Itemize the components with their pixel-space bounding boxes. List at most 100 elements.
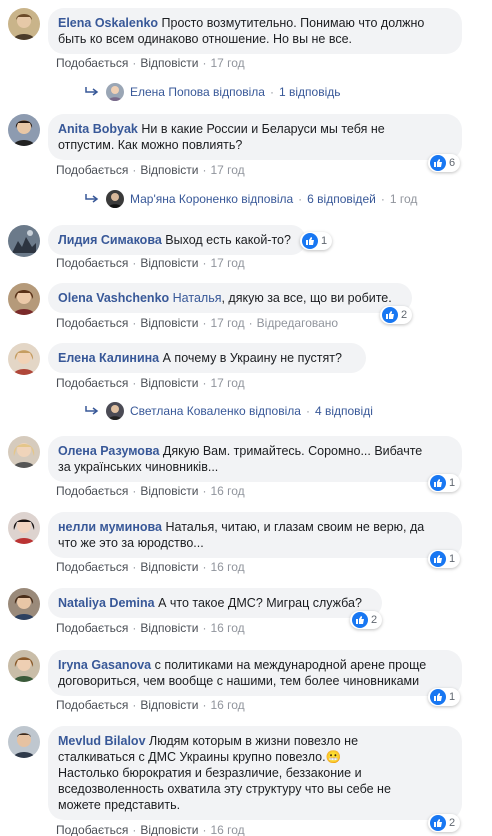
comment-text: Выход есть какой-то?: [165, 233, 291, 247]
like-button[interactable]: Подобається: [56, 163, 128, 177]
like-button[interactable]: Подобається: [56, 698, 128, 712]
reply-author-text[interactable]: Светлана Коваленко відповіла: [130, 404, 301, 418]
comment-author[interactable]: Елена Калинина: [58, 351, 159, 365]
like-button[interactable]: Подобається: [56, 316, 128, 330]
like-button[interactable]: Подобається: [56, 56, 128, 70]
like-icon: [430, 155, 446, 171]
like-button[interactable]: Подобається: [56, 256, 128, 270]
comment-time[interactable]: 17 год: [210, 376, 244, 390]
comment-author[interactable]: Elena Oskalenko: [58, 16, 158, 30]
reaction-count[interactable]: 6: [428, 154, 461, 172]
reply-button[interactable]: Відповісти: [140, 484, 198, 498]
user-avatar[interactable]: [8, 114, 40, 146]
comment-author[interactable]: Nataliya Demina: [58, 596, 155, 610]
comment-time[interactable]: 17 год: [210, 256, 244, 270]
reply-button[interactable]: Відповісти: [140, 56, 198, 70]
like-icon: [430, 551, 446, 567]
like-button[interactable]: Подобається: [56, 621, 128, 635]
reply-author-text[interactable]: Елена Попова відповіла: [130, 85, 265, 99]
comment-text: быть ко всем одинаково отношение. Но вы …: [58, 32, 353, 46]
reaction-count[interactable]: 1: [300, 232, 333, 250]
avatar: [106, 190, 124, 208]
comment-author[interactable]: нелли муминова: [58, 520, 162, 534]
comment-text: с политиками на международной арене прощ…: [154, 658, 427, 672]
view-replies[interactable]: Елена Попова відповіла · 1 відповідь: [84, 83, 341, 101]
comment-text: , дякую за все, що ви робите.: [221, 291, 392, 305]
like-icon: [430, 815, 446, 831]
comment-text: сталкиваться с ДМС Украины крупно повезл…: [58, 750, 342, 764]
reply-button[interactable]: Відповісти: [140, 256, 198, 270]
user-avatar[interactable]: [8, 650, 40, 682]
comment-time[interactable]: 16 год: [210, 484, 244, 498]
comment-text: А почему в Украину не пустят?: [162, 351, 342, 365]
comment-time[interactable]: 16 год: [210, 621, 244, 635]
reaction-count[interactable]: 1: [428, 550, 461, 568]
avatar: [106, 83, 124, 101]
comment-time[interactable]: 16 год: [210, 823, 244, 836]
comment-author[interactable]: Лидия Симакова: [58, 233, 162, 247]
reply-arrow-icon: [85, 406, 99, 415]
reply-arrow-icon: [85, 87, 99, 96]
reply-button[interactable]: Відповісти: [140, 163, 198, 177]
comment-time[interactable]: 17 год: [210, 163, 244, 177]
comment-author[interactable]: Anita Bobyak: [58, 122, 138, 136]
comment-author[interactable]: Olena Vashchenko: [58, 291, 169, 305]
view-replies[interactable]: Мар'яна Короненко відповіла · 6 відповідей…: [84, 190, 417, 208]
reaction-count[interactable]: 1: [428, 474, 461, 492]
user-avatar[interactable]: [8, 225, 40, 257]
comment-author[interactable]: Олена Разумова: [58, 444, 159, 458]
reply-button[interactable]: Відповісти: [140, 560, 198, 574]
comment-time[interactable]: 16 год: [210, 698, 244, 712]
comment-text: что же это за юродство...: [58, 536, 204, 550]
reply-button[interactable]: Відповісти: [140, 823, 198, 836]
like-icon: [430, 475, 446, 491]
user-avatar[interactable]: [8, 588, 40, 620]
reply-time[interactable]: 1 год: [390, 192, 418, 206]
user-avatar[interactable]: [8, 283, 40, 315]
comment-text: вседозволенность охватила эту структуру …: [58, 782, 391, 796]
reaction-count[interactable]: 2: [350, 611, 383, 629]
avatar: [106, 402, 124, 420]
like-icon: [430, 689, 446, 705]
reply-button[interactable]: Відповісти: [140, 316, 198, 330]
like-button[interactable]: Подобається: [56, 484, 128, 498]
reply-count[interactable]: 1 відповідь: [279, 85, 341, 99]
user-avatar[interactable]: [8, 8, 40, 40]
like-button[interactable]: Подобається: [56, 376, 128, 390]
user-avatar[interactable]: [8, 436, 40, 468]
comment-text: Дякую Вам. тримайтесь. Соромно... Вибачт…: [162, 444, 423, 458]
like-icon: [382, 307, 398, 323]
reply-button[interactable]: Відповісти: [140, 698, 198, 712]
user-avatar[interactable]: [8, 726, 40, 758]
comment-text: за українських чиновників...: [58, 460, 219, 474]
comment-text: Наталья, читаю, и глазам своим не верю, …: [165, 520, 425, 534]
reply-arrow-icon: [85, 194, 99, 203]
user-avatar[interactable]: [8, 512, 40, 544]
reply-button[interactable]: Відповісти: [140, 621, 198, 635]
comment-text: можете представить.: [58, 798, 181, 812]
reaction-count[interactable]: 1: [428, 688, 461, 706]
like-icon: [302, 233, 318, 249]
reaction-count[interactable]: 2: [380, 306, 413, 324]
reply-count[interactable]: 6 відповідей: [307, 192, 376, 206]
like-button[interactable]: Подобається: [56, 823, 128, 836]
edited-label[interactable]: Відредаговано: [257, 316, 338, 330]
reply-author-text[interactable]: Мар'яна Короненко відповіла: [130, 192, 293, 206]
comment-author[interactable]: Mevlud Bilalov: [58, 734, 146, 748]
comment-time[interactable]: 17 год: [210, 56, 244, 70]
comment-text: Людям которым в жизни повезло не: [149, 734, 359, 748]
mention-link[interactable]: Наталья: [173, 291, 222, 305]
comment-text: А что такое ДМС? Миграц служба?: [158, 596, 362, 610]
reply-button[interactable]: Відповісти: [140, 376, 198, 390]
comment-text: Просто возмутительно. Понимаю что должно: [161, 16, 425, 30]
reaction-count[interactable]: 2: [428, 814, 461, 832]
like-button[interactable]: Подобається: [56, 560, 128, 574]
view-replies[interactable]: Светлана Коваленко відповіла · 4 відповіді: [84, 402, 373, 420]
comment-time[interactable]: 17 год: [210, 316, 244, 330]
user-avatar[interactable]: [8, 343, 40, 375]
comment-author[interactable]: Iryna Gasanova: [58, 658, 151, 672]
comment-time[interactable]: 16 год: [210, 560, 244, 574]
reply-count[interactable]: 4 відповіді: [315, 404, 373, 418]
comment-text: договориться, чем вообще с нашими, тем б…: [58, 674, 420, 688]
comment-text: Настолько бюрократия и безразличие, безз…: [58, 766, 362, 780]
